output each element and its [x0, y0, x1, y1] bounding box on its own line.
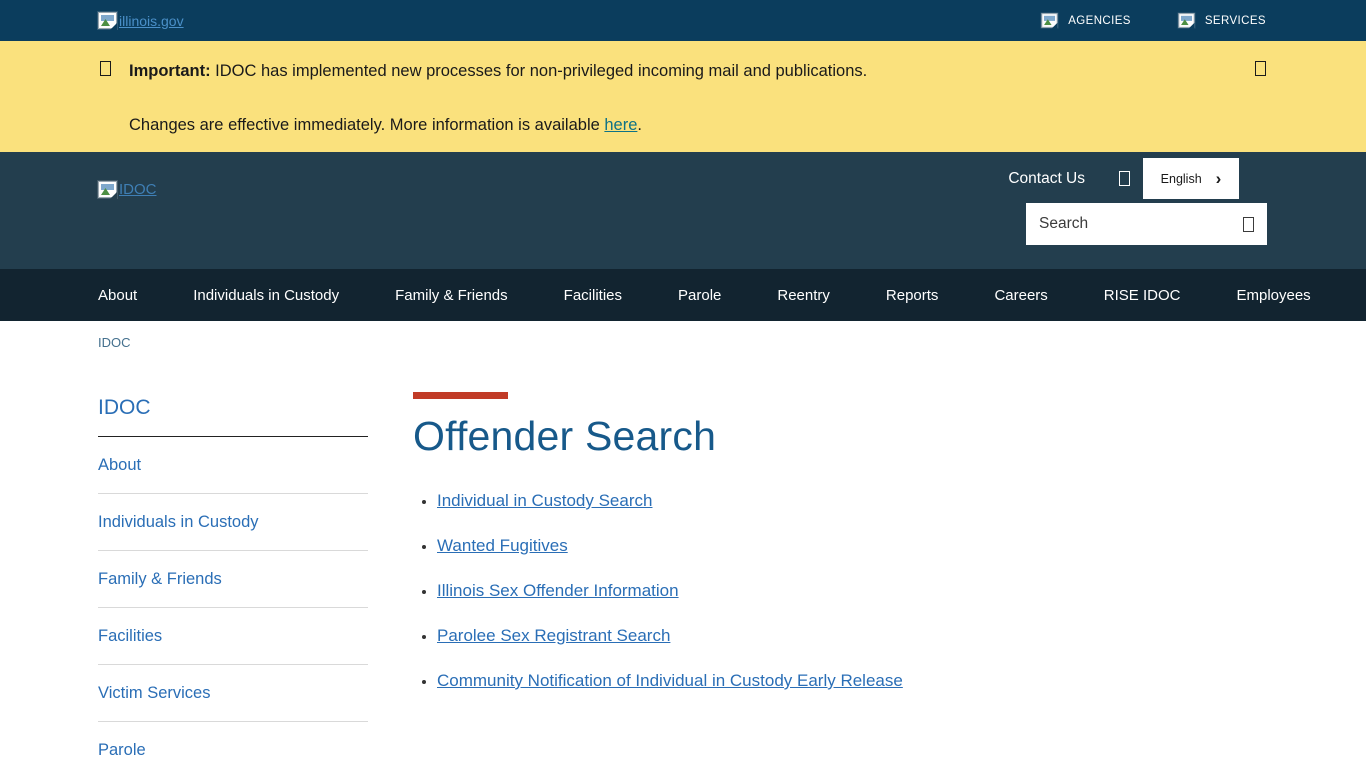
alert-here-link[interactable]: here	[604, 116, 637, 134]
contact-us-link[interactable]: Contact Us	[1008, 170, 1085, 188]
globe-icon[interactable]	[1119, 171, 1130, 186]
list-item: Community Notification of Individual in …	[437, 671, 903, 691]
nav-item-reports[interactable]: Reports	[858, 287, 967, 304]
broken-image-icon	[1178, 13, 1194, 27]
language-label: English	[1161, 172, 1202, 186]
search-icon[interactable]	[1243, 217, 1254, 232]
list-item: Illinois Sex Offender Information	[437, 581, 903, 601]
search-box	[1026, 203, 1267, 245]
nav-item-parole[interactable]: Parole	[650, 287, 749, 304]
site-header: IDOC Contact Us English ›	[0, 152, 1366, 269]
nav-item-individuals-in-custody[interactable]: Individuals in Custody	[165, 287, 367, 304]
content-area: IDOC About Individuals in Custody Family…	[0, 352, 1366, 768]
language-selector[interactable]: English ›	[1143, 158, 1239, 199]
sidebar-item-victim-services[interactable]: Victim Services	[98, 665, 368, 722]
idoc-logo-alt-text: IDOC	[119, 181, 157, 198]
link-wanted-fugitives[interactable]: Wanted Fugitives	[437, 536, 568, 555]
sidebar-item-individuals-in-custody[interactable]: Individuals in Custody	[98, 494, 368, 551]
offender-search-links: Individual in Custody Search Wanted Fugi…	[437, 491, 903, 691]
alert-important-label: Important:	[129, 62, 211, 80]
page-title: Offender Search	[413, 413, 903, 460]
nav-item-about[interactable]: About	[70, 287, 165, 304]
sidebar: IDOC About Individuals in Custody Family…	[98, 378, 368, 768]
alert-line2-text: Changes are effective immediately. More …	[129, 116, 604, 134]
search-input[interactable]	[1039, 215, 1243, 233]
broken-image-icon	[98, 12, 117, 29]
breadcrumb: IDOC	[0, 321, 1366, 352]
list-item: Wanted Fugitives	[437, 536, 903, 556]
list-item: Individual in Custody Search	[437, 491, 903, 511]
nav-item-reentry[interactable]: Reentry	[749, 287, 858, 304]
agencies-link[interactable]: AGENCIES	[1040, 12, 1131, 29]
header-utilities: Contact Us English ›	[1008, 158, 1239, 199]
sidebar-item-facilities[interactable]: Facilities	[98, 608, 368, 665]
services-link[interactable]: SERVICES	[1177, 12, 1266, 29]
sidebar-item-about[interactable]: About	[98, 437, 368, 494]
sidebar-item-family-friends[interactable]: Family & Friends	[98, 551, 368, 608]
title-accent-bar	[413, 392, 508, 399]
link-individual-in-custody-search[interactable]: Individual in Custody Search	[437, 491, 652, 510]
utility-bar: illinois.gov AGENCIES SERVICES	[0, 0, 1366, 41]
sidebar-heading-idoc[interactable]: IDOC	[98, 396, 368, 437]
services-label: SERVICES	[1205, 15, 1266, 27]
breadcrumb-idoc[interactable]: IDOC	[98, 335, 131, 350]
main-content: Offender Search Individual in Custody Se…	[413, 378, 903, 768]
broken-image-icon	[98, 181, 117, 198]
illinois-gov-logo-alt-text: illinois.gov	[119, 13, 184, 29]
nav-item-facilities[interactable]: Facilities	[536, 287, 650, 304]
nav-item-employees[interactable]: Employees	[1208, 287, 1338, 304]
alert-message: Important: IDOC has implemented new proc…	[129, 58, 867, 133]
illinois-gov-logo-link[interactable]: illinois.gov	[98, 12, 184, 29]
idoc-logo-link[interactable]: IDOC	[98, 181, 157, 198]
link-community-notification-early-release[interactable]: Community Notification of Individual in …	[437, 671, 903, 690]
alert-banner: Important: IDOC has implemented new proc…	[0, 41, 1366, 152]
sidebar-item-parole[interactable]: Parole	[98, 722, 368, 768]
agencies-label: AGENCIES	[1068, 15, 1131, 27]
nav-item-careers[interactable]: Careers	[966, 287, 1075, 304]
close-icon[interactable]	[1255, 61, 1266, 76]
alert-icon	[100, 61, 111, 76]
broken-image-icon	[1042, 13, 1058, 27]
utility-bar-links: AGENCIES SERVICES	[1040, 12, 1266, 29]
alert-line2-period: .	[637, 116, 642, 134]
nav-item-family-friends[interactable]: Family & Friends	[367, 287, 536, 304]
list-item: Parolee Sex Registrant Search	[437, 626, 903, 646]
chevron-right-icon: ›	[1216, 170, 1222, 187]
nav-item-rise-idoc[interactable]: RISE IDOC	[1076, 287, 1209, 304]
link-illinois-sex-offender-information[interactable]: Illinois Sex Offender Information	[437, 581, 679, 600]
primary-nav: About Individuals in Custody Family & Fr…	[0, 269, 1366, 321]
link-parolee-sex-registrant-search[interactable]: Parolee Sex Registrant Search	[437, 626, 670, 645]
alert-line1-text: IDOC has implemented new processes for n…	[211, 62, 868, 80]
